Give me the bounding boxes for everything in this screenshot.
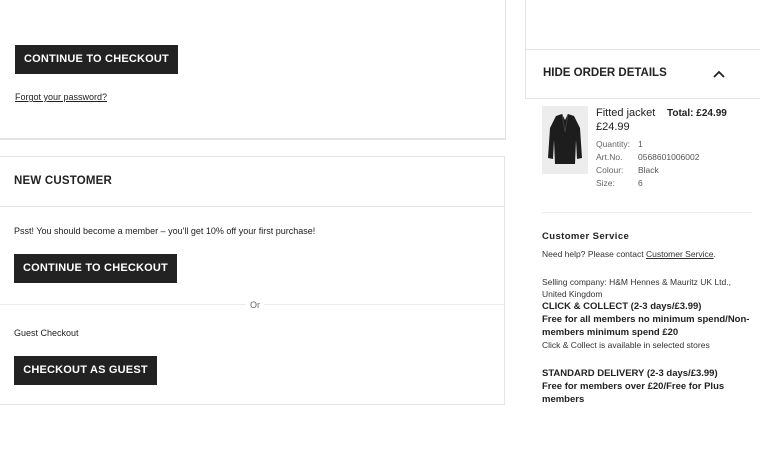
- attr-label-quantity: Quantity:: [596, 139, 631, 149]
- chevron-up-icon[interactable]: [712, 68, 726, 80]
- attr-value-colour: Black: [638, 165, 659, 175]
- click-collect-desc: Free for all members no minimum spend/No…: [542, 314, 750, 338]
- help-suffix: .: [713, 249, 716, 259]
- login-continue-to-checkout-button[interactable]: CONTINUE TO CHECKOUT: [15, 45, 178, 74]
- checkout-as-guest-button[interactable]: CHECKOUT AS GUEST: [14, 356, 157, 385]
- click-collect-note: Click & Collect is available in selected…: [542, 340, 710, 350]
- attr-label-colour: Colour:: [596, 165, 624, 175]
- customer-service-link[interactable]: Customer Service: [646, 249, 714, 259]
- attr-value-quantity: 1: [638, 139, 643, 149]
- section-divider: [0, 206, 504, 207]
- customer-service-title: Customer Service: [542, 231, 630, 242]
- or-label: Or: [246, 300, 264, 310]
- login-section: CONTINUE TO CHECKOUT Forgot your passwor…: [0, 0, 505, 139]
- customer-service-help: Need help? Please contact Customer Servi…: [542, 249, 716, 259]
- attr-label-size: Size:: [596, 178, 615, 188]
- summary-divider: [542, 212, 752, 213]
- order-details-toggle[interactable]: HIDE ORDER DETAILS: [525, 49, 760, 99]
- help-prefix: Need help? Please contact: [542, 249, 646, 259]
- forgot-password-link[interactable]: Forgot your password?: [15, 92, 107, 102]
- product-name[interactable]: Fitted jacket: [596, 107, 655, 119]
- new-customer-section: NEW CUSTOMER Psst! You should become a m…: [0, 156, 505, 405]
- attr-value-size: 6: [638, 178, 643, 188]
- checkout-left-panel: CONTINUE TO CHECKOUT Forgot your passwor…: [0, 0, 506, 140]
- guest-checkout-label: Guest Checkout: [14, 328, 79, 338]
- standard-delivery-title: STANDARD DELIVERY (2-3 days/£3.99): [542, 368, 718, 379]
- order-summary-panel: HIDE ORDER DETAILS Fitted jacket Total: …: [525, 0, 760, 450]
- product-total: Total: £24.99: [667, 108, 727, 119]
- click-collect-title: CLICK & COLLECT (2-3 days/£3.99): [542, 301, 702, 312]
- selling-company-text: Selling company: H&M Hennes & Mauritz UK…: [542, 277, 731, 299]
- new-customer-title: NEW CUSTOMER: [14, 175, 113, 187]
- member-promo-text: Psst! You should become a member – you'l…: [14, 226, 316, 236]
- attr-value-artno: 0568601006002: [638, 152, 700, 162]
- product-price: £24.99: [596, 121, 630, 133]
- new-customer-continue-to-checkout-button[interactable]: CONTINUE TO CHECKOUT: [14, 254, 177, 283]
- panel-border: [525, 0, 526, 49]
- standard-delivery-desc: Free for members over £20/Free for Plus …: [542, 381, 725, 405]
- attr-label-artno: Art.No.: [596, 152, 623, 162]
- jacket-image[interactable]: [542, 106, 588, 174]
- order-details-toggle-label: HIDE ORDER DETAILS: [543, 67, 667, 79]
